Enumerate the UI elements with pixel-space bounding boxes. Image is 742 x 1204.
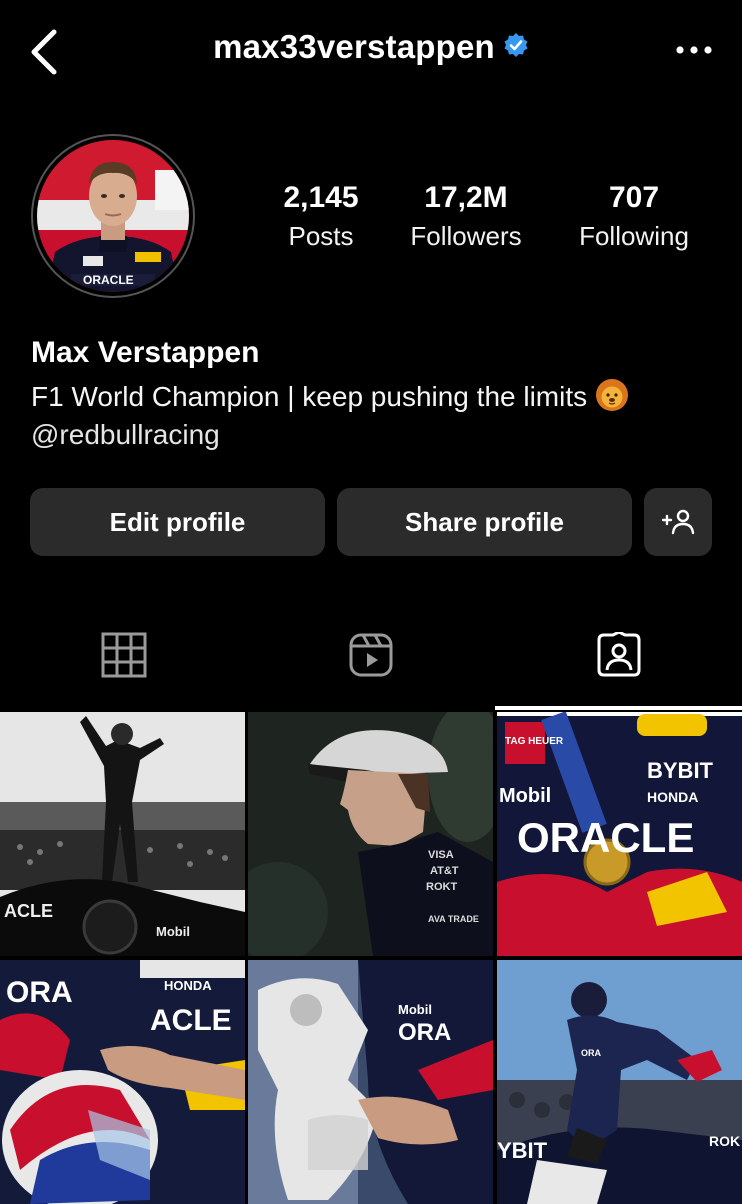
post-5-text-1: Mobil	[398, 1002, 432, 1017]
bio-link-redbullracing[interactable]: @redbullracing	[31, 419, 220, 451]
post-2-text-2: AT&T	[430, 865, 459, 877]
profile-tabs	[0, 600, 742, 710]
photo-thumbnail: Mobil ORA	[248, 960, 493, 1204]
photo-thumbnail: VISA AT&T ROKT AVA TRADE	[248, 712, 493, 956]
post-4-text-2: ACLE	[150, 1004, 232, 1037]
grid-icon	[101, 632, 146, 678]
active-tab-indicator	[495, 706, 742, 710]
grid-post-1[interactable]: ACLE Mobil	[0, 712, 245, 956]
svg-text:ORACLE: ORACLE	[83, 273, 134, 287]
reels-icon	[349, 633, 392, 677]
post-4-text-1: HONDA	[164, 978, 212, 993]
post-3-text-1: TAG HEUER	[505, 736, 564, 747]
lion-face-icon	[596, 379, 629, 411]
bio-text: F1 World Champion | keep pushing the lim…	[31, 381, 588, 412]
followers-count: 17,2M	[424, 181, 508, 214]
profile-avatar[interactable]: ORACLE	[31, 134, 195, 298]
post-3-text-4: Mobil	[499, 785, 551, 807]
photo-thumbnail: ORA YBIT ROK	[497, 960, 742, 1204]
tab-reels[interactable]	[247, 600, 494, 710]
stat-followers[interactable]: 17,2M Followers	[396, 180, 536, 256]
tagged-icon	[597, 632, 640, 677]
stat-following[interactable]: 707 Following	[566, 180, 702, 256]
post-6-text-2: YBIT	[497, 1138, 548, 1163]
following-label: Following	[579, 221, 689, 251]
profile-header: max33verstappen	[0, 0, 742, 108]
post-1-text-1: ACLE	[4, 901, 53, 921]
grid-post-4[interactable]: HONDA ACLE ORA	[0, 960, 245, 1204]
photo-thumbnail: TAG HEUER BYBIT HONDA Mobil ORACLE	[497, 712, 742, 956]
grid-post-3[interactable]: TAG HEUER BYBIT HONDA Mobil ORACLE	[497, 712, 742, 956]
verified-badge-icon	[504, 33, 528, 57]
edit-profile-button[interactable]: Edit profile	[30, 488, 325, 556]
tab-tagged[interactable]	[495, 600, 742, 710]
post-5-text-2: ORA	[398, 1019, 451, 1046]
photo-thumbnail: HONDA ACLE ORA	[0, 960, 245, 1204]
post-3-text-5: ORACLE	[517, 814, 694, 861]
posts-label: Posts	[288, 221, 354, 251]
title-wrap: max33verstappen	[0, 28, 742, 66]
discover-people-button[interactable]	[644, 488, 712, 556]
posts-count: 2,145	[283, 181, 359, 214]
following-count: 707	[608, 181, 660, 214]
share-profile-button[interactable]: Share profile	[337, 488, 632, 556]
grid-post-5[interactable]: Mobil ORA	[248, 960, 493, 1204]
post-4-text-3: ORA	[6, 976, 73, 1009]
post-1-text-2: Mobil	[156, 924, 190, 939]
followers-label: Followers	[410, 221, 522, 251]
photo-thumbnail: ACLE Mobil	[0, 712, 245, 956]
profile-name: Max Verstappen	[31, 336, 260, 369]
grid-post-2[interactable]: VISA AT&T ROKT AVA TRADE	[248, 712, 493, 956]
avatar-photo: ORACLE	[37, 140, 189, 292]
profile-bio: F1 World Champion | keep pushing the lim…	[31, 378, 629, 413]
post-2-text-3: ROKT	[426, 881, 457, 893]
post-3-text-2: BYBIT	[647, 758, 714, 783]
tagged-posts-grid: ACLE Mobil VISA AT&T ROKT AVA TRADE TAG …	[0, 712, 742, 1204]
more-horizontal-icon	[676, 46, 712, 54]
post-2-text-4: AVA TRADE	[428, 914, 479, 924]
tab-posts-grid[interactable]	[0, 600, 247, 710]
post-6-text-3: ROK	[709, 1133, 740, 1149]
add-person-icon	[661, 509, 695, 535]
post-3-text-3: HONDA	[647, 789, 698, 805]
post-2-text-1: VISA	[428, 849, 454, 861]
post-6-text-1: ORA	[581, 1048, 602, 1058]
stat-posts[interactable]: 2,145 Posts	[262, 180, 380, 256]
more-options-button[interactable]	[670, 34, 718, 66]
grid-post-6[interactable]: ORA YBIT ROK	[497, 960, 742, 1204]
profile-username: max33verstappen	[213, 28, 495, 65]
